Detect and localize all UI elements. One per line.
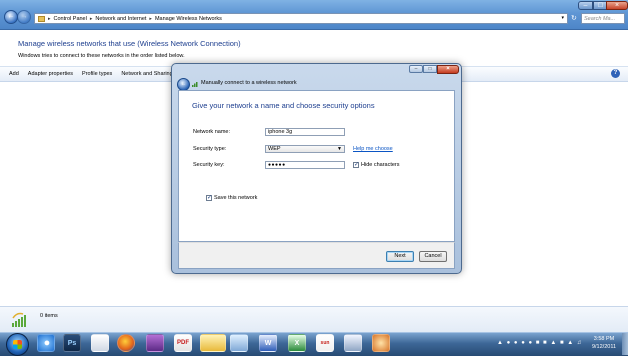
add-button[interactable]: Add <box>9 71 19 77</box>
wireless-signal-icon <box>12 312 26 327</box>
document-icon[interactable] <box>91 334 109 352</box>
search-input[interactable]: Search Ma... <box>581 13 625 24</box>
breadcrumb-manage-wireless[interactable]: Manage Wireless Networks <box>155 16 222 22</box>
clock[interactable]: 3:58 PM 9/12/2011 <box>588 335 620 351</box>
refresh-icon[interactable]: ↻ <box>571 13 579 24</box>
dreamweaver-icon[interactable] <box>230 334 248 352</box>
breadcrumb-network-and-internet[interactable]: Network and Internet <box>95 16 146 22</box>
network-name-input[interactable]: iphone 3g <box>265 128 345 136</box>
chevron-right-icon: ▸ <box>89 15 93 22</box>
dialog-close-button[interactable]: × <box>437 65 459 74</box>
address-bar[interactable]: ▸ Control Panel ▸ Network and Internet ▸… <box>34 13 568 24</box>
bluetooth-icon[interactable]: ● <box>38 334 56 352</box>
adobe-icon[interactable]: PDF <box>174 334 192 352</box>
details-pane <box>0 306 628 333</box>
help-icon[interactable]: ? <box>611 69 620 78</box>
system-tray[interactable]: ▲ ● ● ● ● ■ ■ ▲ ■ ▲ ♫ <box>497 340 582 346</box>
paint-icon[interactable] <box>372 334 390 352</box>
folder-taskbar-icon[interactable] <box>200 334 226 352</box>
network-name-label: Network name: <box>193 129 230 135</box>
cancel-button[interactable]: Cancel <box>419 251 447 262</box>
dialog-body: Give your network a name and choose secu… <box>178 90 455 242</box>
save-network-label: Save this network <box>214 195 258 201</box>
folder-icon <box>38 15 45 22</box>
clock-time: 3:58 PM <box>593 336 615 342</box>
chevron-right-icon: ▸ <box>48 15 51 22</box>
breadcrumb-control-panel[interactable]: Control Panel <box>54 16 87 22</box>
forward-button[interactable]: → <box>17 10 31 24</box>
address-dropdown-icon[interactable]: ▾ <box>561 15 564 21</box>
firefox-icon[interactable] <box>117 334 135 352</box>
dialog-maximize-button[interactable]: □ <box>423 65 437 73</box>
page-subheading: Windows tries to connect to these networ… <box>18 53 185 59</box>
profile-types-button[interactable]: Profile types <box>82 71 112 77</box>
chevron-right-icon: ▸ <box>149 15 152 22</box>
dialog-heading: Give your network a name and choose secu… <box>192 101 375 110</box>
show-desktop-button[interactable] <box>622 333 628 355</box>
media-player-icon[interactable] <box>146 334 164 352</box>
security-type-value: WEP <box>268 146 281 152</box>
page-heading: Manage wireless networks that use (Wirel… <box>18 39 241 48</box>
start-button[interactable] <box>6 333 29 356</box>
dialog-minimize-button[interactable]: – <box>409 65 423 73</box>
dialog-footer: Next Cancel <box>178 242 455 269</box>
hide-characters-checkbox[interactable]: ✓ <box>353 162 359 168</box>
security-type-select[interactable]: WEP ▼ <box>265 145 345 153</box>
network-icon[interactable] <box>344 334 362 352</box>
wireless-network-icon <box>192 82 198 87</box>
network-sharing-button[interactable]: Network and Sharing <box>121 71 172 77</box>
close-button[interactable]: × <box>606 1 628 10</box>
adapter-properties-button[interactable]: Adapter properties <box>28 71 73 77</box>
save-network-checkbox[interactable]: ✓ <box>206 195 212 201</box>
dialog-title: Manually connect to a wireless network <box>201 80 297 86</box>
clock-date: 9/12/2011 <box>591 344 617 350</box>
wireless-connect-dialog: – □ × ← Manually connect to a wireless n… <box>171 63 462 274</box>
minimize-button[interactable]: – <box>578 1 593 10</box>
next-button[interactable]: Next <box>386 251 414 262</box>
excel-icon[interactable]: X <box>288 334 306 352</box>
back-button[interactable]: ← <box>4 10 18 24</box>
security-key-input[interactable]: ●●●●● <box>265 161 345 169</box>
security-key-label: Security key: <box>193 162 225 168</box>
hide-characters-label: Hide characters <box>361 162 400 168</box>
security-type-label: Security type: <box>193 146 227 152</box>
help-me-choose-link[interactable]: Help me choose <box>353 146 393 152</box>
sun-icon[interactable]: sun <box>316 334 334 352</box>
photoshop-icon[interactable]: Ps <box>63 334 81 352</box>
chevron-down-icon: ▼ <box>337 146 342 152</box>
word-icon[interactable]: W <box>259 334 277 352</box>
items-count: 0 items <box>40 313 58 319</box>
